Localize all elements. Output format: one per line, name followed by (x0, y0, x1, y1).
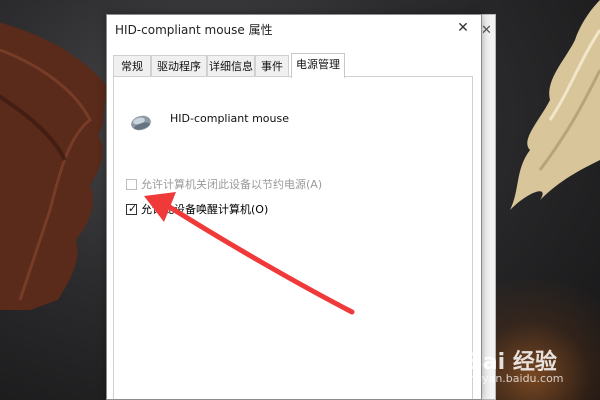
title-bar[interactable]: HID-compliant mouse 属性 ✕ (107, 15, 481, 43)
tab-general[interactable]: 常规 (113, 55, 151, 77)
properties-dialog: HID-compliant mouse 属性 ✕ 常规 驱动程序 详细信息 事件… (106, 14, 482, 400)
device-name: HID-compliant mouse (170, 112, 289, 125)
background-window-close-icon[interactable]: ✕ (481, 23, 492, 38)
mouse-icon (131, 115, 151, 131)
allow-power-off-label: 允许计算机关闭此设备以节约电源(A) (141, 178, 323, 191)
window-title: HID-compliant mouse 属性 (115, 23, 273, 37)
allow-power-off-option: 允许计算机关闭此设备以节约电源(A) (126, 176, 322, 192)
tab-details[interactable]: 详细信息 (207, 55, 255, 77)
tab-driver[interactable]: 驱动程序 (151, 55, 207, 77)
allow-wake-checkbox[interactable]: ✓ (126, 201, 138, 215)
allow-wake-label: 允许此设备唤醒计算机(O) (141, 203, 269, 216)
wallpaper-wing-right (510, 0, 600, 210)
allow-power-off-checkbox (126, 178, 137, 190)
close-button[interactable]: ✕ (449, 17, 477, 39)
allow-wake-option[interactable]: ✓ 允许此设备唤醒计算机(O) (126, 201, 268, 217)
tab-power-management[interactable]: 电源管理 (291, 53, 345, 78)
power-management-panel: HID-compliant mouse 允许计算机关闭此设备以节约电源(A) ✓… (113, 77, 473, 399)
tab-events[interactable]: 事件 (255, 55, 289, 77)
baidu-watermark-url: jingyan.baidu.com (462, 372, 564, 385)
checkmark-icon: ✓ (128, 201, 138, 215)
